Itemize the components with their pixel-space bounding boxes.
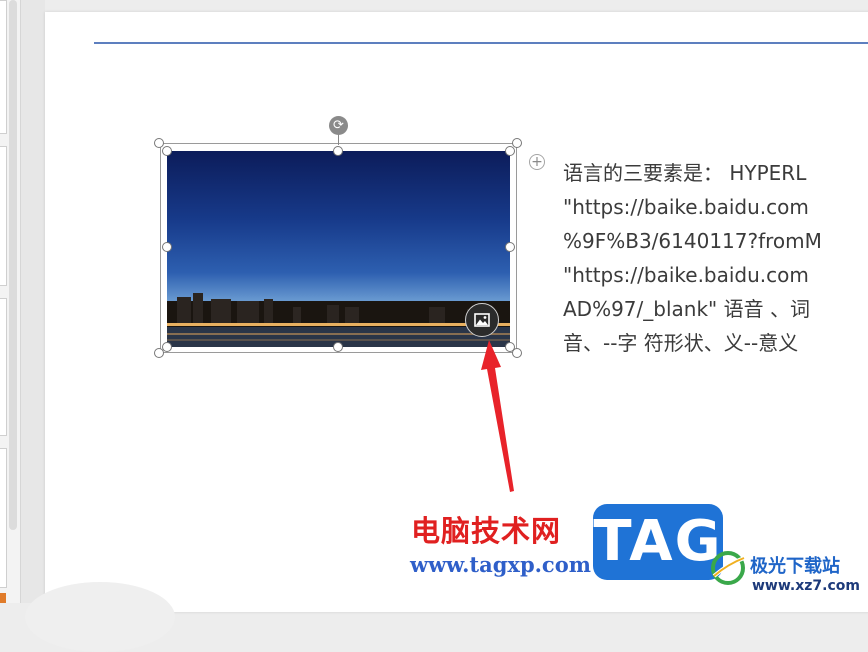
decorative-arc bbox=[25, 582, 175, 652]
watermark-site-name: 电脑技术网 bbox=[411, 514, 562, 548]
selection-frame bbox=[160, 143, 517, 353]
watermark-xz-url: www.xz7.com bbox=[752, 578, 860, 594]
picture-tools-button[interactable] bbox=[465, 303, 499, 337]
slide-thumbnail-panel[interactable] bbox=[0, 0, 21, 603]
text-line: "https://baike.baidu.com bbox=[563, 263, 809, 287]
crop-handle-top-right[interactable] bbox=[505, 146, 515, 156]
text-line: %9F%B3/6140117?fromM bbox=[563, 229, 822, 253]
watermark-xz-name: 极光下载站 bbox=[750, 556, 840, 577]
text-line: AD%97/_blank" 语音 、词 bbox=[563, 297, 810, 321]
active-slide-marker bbox=[0, 593, 6, 603]
resize-handle-bottom[interactable] bbox=[333, 342, 343, 352]
rotate-stem bbox=[338, 134, 339, 145]
xz-logo-icon bbox=[711, 551, 745, 585]
slide-thumbnail[interactable] bbox=[0, 0, 7, 134]
crop-handle-bottom-left[interactable] bbox=[162, 342, 172, 352]
resize-handle-right[interactable] bbox=[505, 242, 515, 252]
plus-icon[interactable]: + bbox=[529, 154, 545, 170]
red-arrow-annotation bbox=[481, 340, 514, 492]
image-icon bbox=[474, 313, 490, 327]
thumbnail-scrollbar[interactable] bbox=[9, 0, 17, 530]
slide-thumbnail[interactable] bbox=[0, 448, 7, 588]
editor-gutter bbox=[21, 0, 45, 603]
rotate-icon[interactable]: ⟳ bbox=[329, 116, 348, 135]
slide-thumbnail[interactable] bbox=[0, 146, 7, 286]
resize-handle-top[interactable] bbox=[333, 146, 343, 156]
slide-thumbnail[interactable] bbox=[0, 298, 7, 436]
text-line: "https://baike.baidu.com bbox=[563, 195, 809, 219]
tag-logo: TAG bbox=[593, 504, 723, 580]
resize-handle-left[interactable] bbox=[162, 242, 172, 252]
text-line: 音、--字 符形状、义--意义 bbox=[563, 331, 799, 355]
title-underline bbox=[94, 42, 868, 44]
watermark-site-url: www.tagxp.com bbox=[410, 552, 591, 577]
crop-handle-top-left[interactable] bbox=[162, 146, 172, 156]
body-text-box[interactable]: 语言的三要素是： HYPERL "https://baike.baidu.com… bbox=[563, 156, 868, 360]
text-line: 语言的三要素是： HYPERL bbox=[563, 161, 807, 185]
